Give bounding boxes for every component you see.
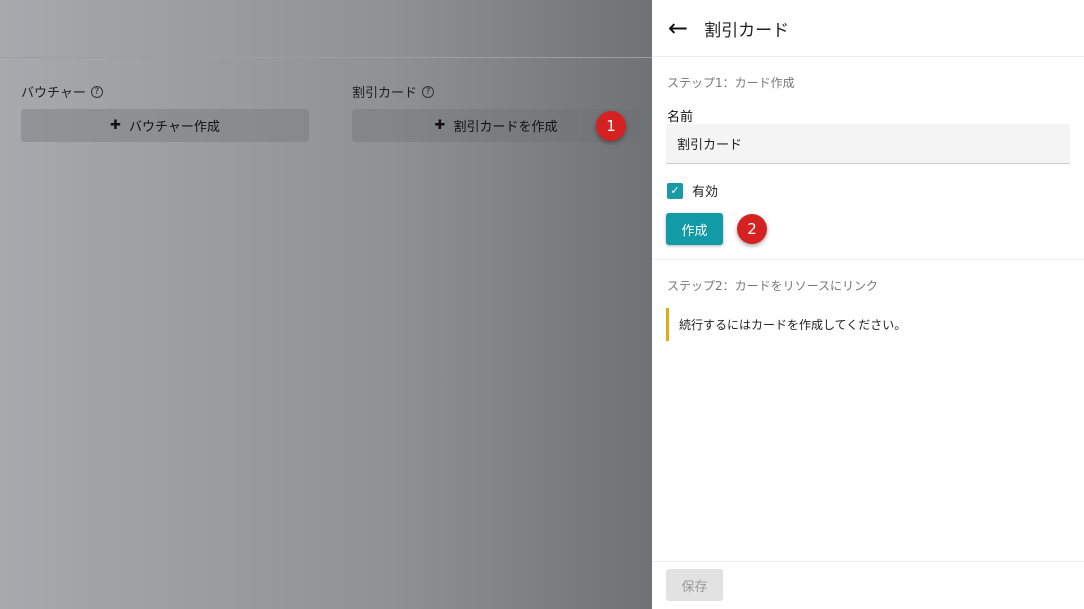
- checkmark-icon: ✓: [667, 182, 683, 199]
- panel-header: ← 割引カード: [652, 0, 1084, 57]
- footer-divider: [652, 561, 1084, 562]
- name-label: 名前: [667, 110, 694, 125]
- panel-title: 割引カード: [704, 20, 790, 41]
- create-button[interactable]: 作成: [666, 213, 723, 245]
- enabled-label: 有効: [692, 185, 719, 200]
- step1-heading: ステップ1：カード作成: [667, 76, 795, 90]
- divider: [652, 259, 1084, 260]
- create-voucher-button[interactable]: ✚ バウチャー作成: [21, 109, 309, 142]
- discount-card-panel: ← 割引カード ステップ1：カード作成 名前 割引カード ✓ 有効 作成 2 ス…: [652, 0, 1084, 609]
- background-overlay[interactable]: バウチャー ? ✚ バウチャー作成 割引カード ? ✚ 割引カードを作成 1: [0, 0, 652, 609]
- help-icon[interactable]: ?: [90, 85, 103, 98]
- plus-icon: ✚: [110, 118, 122, 133]
- create-voucher-label: バウチャー作成: [129, 120, 220, 135]
- notice-message: 続行するにはカードを作成してください。: [666, 308, 916, 341]
- step2-heading: ステップ2：カードをリソースにリンク: [667, 279, 879, 293]
- name-input[interactable]: 割引カード: [666, 124, 1070, 164]
- save-button[interactable]: 保存: [666, 569, 723, 601]
- enabled-checkbox[interactable]: ✓ 有効: [667, 181, 718, 200]
- discount-section-label: 割引カード ?: [352, 82, 435, 101]
- voucher-label: バウチャー: [21, 86, 86, 101]
- back-arrow-icon[interactable]: ←: [668, 14, 688, 42]
- step-badge-2: 2: [737, 214, 767, 244]
- plus-icon: ✚: [434, 118, 446, 133]
- step-badge-1: 1: [596, 111, 626, 141]
- voucher-section-label: バウチャー ?: [21, 82, 103, 101]
- create-discount-card-label: 割引カードを作成: [453, 120, 558, 135]
- discount-label: 割引カード: [352, 86, 418, 101]
- help-icon[interactable]: ?: [422, 85, 435, 98]
- divider: [0, 57, 652, 58]
